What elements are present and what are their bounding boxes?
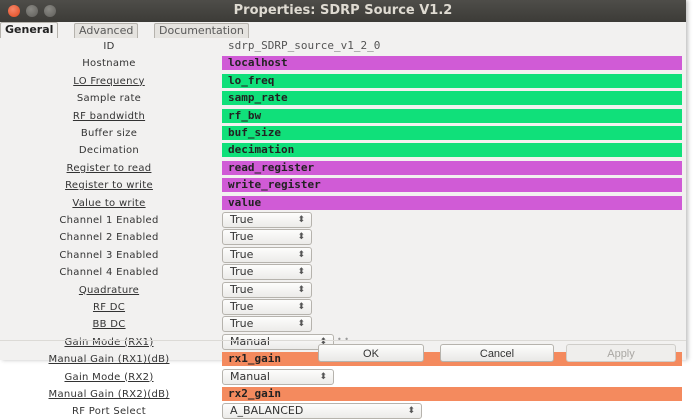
combo-value: True [230, 230, 254, 244]
param-combo[interactable]: True ⬍ [222, 264, 312, 281]
param-combo[interactable]: True ⬍ [222, 299, 312, 315]
button-bar: OK Cancel Apply [0, 340, 686, 362]
param-label: RF Port Select [72, 406, 146, 418]
param-row: Channel 2 Enabled True ⬍ [0, 229, 686, 246]
param-label: Channel 4 Enabled [59, 267, 159, 279]
param-row: ID sdrp_SDRP_source_v1_2_0 [0, 38, 686, 55]
param-row: Quadrature True ⬍ [0, 281, 686, 299]
ok-button[interactable]: OK [318, 344, 424, 362]
combo-value: Manual [230, 369, 270, 383]
window-title: Properties: SDRP Source V1.2 [233, 3, 453, 18]
param-row: Register to read read_register [0, 160, 686, 177]
param-label: Hostname [82, 58, 136, 70]
param-row: RF DC True ⬍ [0, 299, 686, 316]
up-down-arrows-icon: ⬍ [297, 232, 305, 243]
param-input[interactable]: decimation [222, 143, 682, 158]
param-row: Buffer size buf_size [0, 125, 686, 142]
tab-bar: General Advanced Documentation [0, 22, 686, 38]
param-combo[interactable]: Manual ⬍ [222, 368, 334, 385]
title-bar[interactable]: Properties: SDRP Source V1.2 [0, 0, 686, 22]
param-input[interactable]: localhost [222, 56, 682, 71]
combo-value: True [230, 247, 254, 261]
combo-value: True [230, 282, 254, 296]
up-down-arrows-icon: ⬍ [407, 406, 415, 417]
up-down-arrows-icon: ⬍ [297, 302, 305, 312]
combo-value: True [230, 265, 254, 279]
combo-value: A_BALANCED [230, 404, 304, 418]
param-row: Sample rate samp_rate [0, 90, 686, 107]
param-label: Register to read [66, 162, 152, 174]
tab-advanced[interactable]: Advanced [74, 23, 139, 38]
param-input[interactable]: samp_rate [222, 91, 682, 106]
param-label: Sample rate [76, 93, 142, 105]
param-row: Manual Gain (RX2)(dB) rx2_gain [0, 386, 686, 403]
combo-value: True [230, 317, 254, 331]
param-label: ID [103, 41, 115, 52]
param-label: Value to write [72, 197, 146, 209]
param-input[interactable]: sdrp_SDRP_source_v1_2_0 [222, 39, 682, 53]
combo-value: True [230, 213, 254, 226]
param-label: LO Frequency [73, 75, 145, 87]
param-input[interactable]: write_register [222, 178, 682, 193]
param-label: Quadrature [78, 284, 140, 296]
param-row: Hostname localhost [0, 55, 686, 72]
tab-documentation[interactable]: Documentation [154, 23, 249, 38]
cancel-button[interactable]: Cancel [440, 344, 554, 362]
up-down-arrows-icon: ⬍ [319, 371, 327, 382]
param-row: Channel 1 Enabled True ⬍ [0, 212, 686, 229]
up-down-arrows-icon: ⬍ [297, 284, 305, 295]
param-input[interactable]: lo_freq [222, 73, 682, 88]
param-row: Register to write write_register [0, 177, 686, 194]
param-input[interactable]: value [222, 195, 682, 210]
param-row: Gain Mode (RX2) Manual ⬍ [0, 368, 686, 386]
param-label: Channel 3 Enabled [59, 249, 159, 261]
up-down-arrows-icon: ⬍ [297, 215, 305, 225]
param-label: Buffer size [80, 128, 138, 139]
properties-dialog: Properties: SDRP Source V1.2 General Adv… [0, 0, 686, 420]
apply-button[interactable]: Apply [566, 344, 676, 362]
param-combo[interactable]: True ⬍ [222, 212, 312, 228]
param-label: Register to write [65, 180, 153, 192]
param-combo[interactable]: A_BALANCED ⬍ [222, 403, 422, 420]
tab-general[interactable]: General [0, 22, 59, 38]
param-row: LO Frequency lo_freq [0, 73, 686, 90]
param-row: Value to write value [0, 195, 686, 212]
param-label: Channel 1 Enabled [59, 215, 159, 226]
param-label: RF bandwidth [72, 110, 146, 122]
param-combo[interactable]: True ⬍ [222, 281, 312, 298]
param-combo[interactable]: True ⬍ [222, 316, 312, 333]
param-input[interactable]: rx2_gain [222, 387, 682, 401]
param-combo[interactable]: True ⬍ [222, 246, 312, 263]
param-label: Manual Gain (RX2)(dB) [48, 389, 170, 400]
param-label: Gain Mode (RX2) [64, 371, 154, 383]
up-down-arrows-icon: ⬍ [297, 319, 305, 330]
param-input[interactable]: rf_bw [222, 108, 682, 123]
param-row: RF Port Select A_BALANCED ⬍ [0, 403, 686, 420]
param-row: Channel 4 Enabled True ⬍ [0, 264, 686, 281]
up-down-arrows-icon: ⬍ [297, 249, 305, 260]
param-input[interactable]: buf_size [222, 126, 682, 140]
param-input[interactable]: read_register [222, 160, 682, 175]
param-combo[interactable]: True ⬍ [222, 229, 312, 246]
combo-value: True [230, 300, 254, 313]
param-label: Decimation [78, 145, 140, 157]
param-label: RF DC [92, 302, 126, 313]
param-label: Channel 2 Enabled [59, 232, 159, 244]
param-row: RF bandwidth rf_bw [0, 108, 686, 125]
up-down-arrows-icon: ⬍ [297, 267, 305, 278]
param-row: Decimation decimation [0, 142, 686, 159]
param-row: BB DC True ⬍ [0, 316, 686, 333]
param-label: BB DC [92, 319, 126, 331]
param-row: Channel 3 Enabled True ⬍ [0, 246, 686, 264]
